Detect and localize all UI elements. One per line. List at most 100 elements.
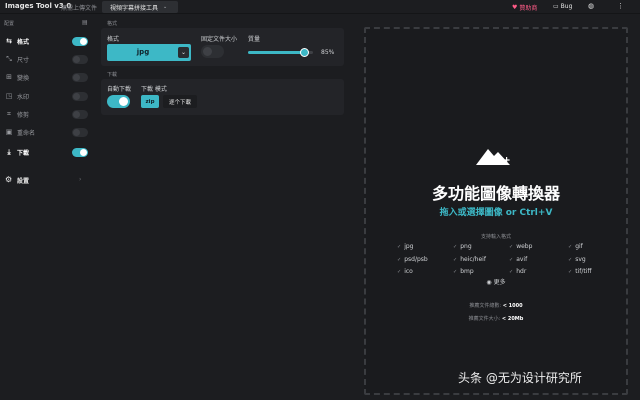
format-item: ✓ webp (509, 243, 533, 250)
gear-icon: ⚙ (5, 175, 13, 184)
check-icon: ✓ (453, 257, 458, 263)
format-select-value: jpg (136, 48, 150, 56)
check-icon: ✓ (397, 257, 402, 263)
sidebar-item-label: 重命名 (17, 129, 36, 137)
more-formats-link[interactable]: ◉ 更多 (366, 277, 626, 286)
download-section-label: 下載 (107, 72, 118, 78)
auto-download-toggle[interactable] (107, 95, 130, 108)
tool-select-label: 視頻字幕拼接工具 (110, 4, 159, 12)
format-item: ✓ bmp (453, 268, 474, 275)
sidebar-item-size[interactable]: ⤡ 尺寸 (0, 52, 95, 66)
donate-label: 贊助商 (519, 5, 538, 12)
format-item: ✓ heic/heif (453, 256, 486, 263)
watermark-text: 头条 @无为设计研究所 (458, 371, 582, 385)
sidebar-item-label: 格式 (17, 38, 30, 46)
format-section-label: 格式 (107, 21, 118, 27)
quality-label: 質量 (248, 36, 261, 43)
crop-toggle[interactable] (72, 109, 88, 119)
size-toggle[interactable] (72, 54, 88, 64)
sidebar-item-rename[interactable]: ▣ 重命名 (0, 125, 95, 139)
format-item: ✓ svg (568, 256, 586, 263)
transform-toggle[interactable] (72, 72, 88, 82)
donate-button[interactable]: ♥ 贊助商 (512, 3, 537, 12)
settings-label: 設置 (17, 178, 30, 185)
sidebar-item-label: 尺寸 (17, 56, 30, 64)
format-item: ✓ gif (568, 243, 583, 250)
sidebar-item-format[interactable]: ⇆ 格式 (0, 34, 95, 48)
format-select[interactable]: jpg ⌄ (107, 44, 191, 61)
sidebar-item-label: 下載 (17, 149, 30, 157)
heart-icon: ♥ (512, 4, 518, 11)
auto-download-label: 自動下載 (107, 86, 132, 93)
format-item: ✓ ico (397, 268, 413, 275)
chevron-right-icon: › (79, 176, 82, 183)
check-icon: ✓ (397, 269, 402, 275)
sidebar-item-watermark[interactable]: ◳ 水印 (0, 89, 95, 103)
check-icon: ✓ (453, 269, 458, 275)
fixed-size-toggle[interactable] (201, 45, 224, 58)
download-panel (101, 79, 344, 115)
chat-icon: ▭ (553, 3, 559, 10)
chevron-down-icon: ⌄ (163, 4, 168, 10)
globe-icon[interactable]: ◍ (588, 2, 594, 10)
chevron-down-icon: ⌄ (178, 47, 189, 58)
converter-title: 多功能圖像轉換器 (431, 184, 560, 203)
quality-slider-fill (248, 51, 307, 54)
drop-or-select-hint: 拖入或選擇圖像 or Ctrl+V (439, 208, 553, 218)
resize-icon: ⤡ (6, 54, 12, 63)
more-menu-icon[interactable]: ⋮ (617, 2, 624, 10)
list-icon[interactable]: ▤ (82, 19, 88, 26)
format-item: ✓ jpg (397, 243, 414, 250)
bug-label: Bug (560, 3, 573, 10)
format-field-label: 格式 (107, 36, 120, 43)
file-count-limit: 推薦文件總數: < 1000 (469, 303, 523, 309)
check-icon: ✓ (397, 244, 402, 250)
check-icon: ✓ (568, 257, 573, 263)
watermark-toggle[interactable] (72, 91, 88, 101)
tool-select-dropdown[interactable]: 視頻字幕拼接工具 ⌄ (102, 1, 178, 13)
sidebar-header: 配置 (4, 21, 15, 27)
mode-individual-button[interactable]: 逐个下載 (163, 95, 197, 108)
quality-slider-handle[interactable] (300, 48, 309, 57)
check-icon: ✓ (568, 269, 573, 275)
check-icon: ✓ (453, 244, 458, 250)
transform-icon: ⊞ (6, 73, 12, 81)
download-icon: ⤓ (7, 147, 11, 156)
format-toggle[interactable] (72, 36, 88, 46)
format-item: ✓ hdr (509, 268, 527, 275)
mountain-image-icon (476, 149, 510, 165)
format-item: ✓ png (453, 243, 472, 250)
rename-icon: ▣ (5, 128, 13, 136)
check-icon: ✓ (509, 257, 514, 263)
supported-formats-title: 支持輸入格式 (480, 234, 511, 240)
sidebar-item-label: 變換 (17, 74, 30, 82)
mode-zip-button[interactable]: zip (141, 95, 159, 108)
rename-toggle[interactable] (72, 127, 88, 137)
check-icon: ✓ (509, 269, 514, 275)
more-label: 更多 (493, 279, 506, 286)
format-item: ✓ avif (509, 256, 528, 263)
sidebar-item-transform[interactable]: ⊞ 變換 (0, 70, 95, 84)
format-item: ✓ tif/tiff (568, 268, 592, 275)
check-icon: ✓ (568, 244, 573, 250)
file-size-limit: 推薦文件大小: < 20Mb (468, 316, 524, 322)
sidebar-item-label: 水印 (17, 93, 30, 101)
sidebar-item-download[interactable]: ⤓ 下載 (0, 145, 95, 159)
image-drop-zone[interactable]: 多功能圖像轉換器 拖入或選擇圖像 or Ctrl+V 支持輸入格式 ✓ jpg ✓… (364, 27, 628, 395)
download-toggle[interactable] (72, 147, 88, 157)
quality-value: 85% (321, 49, 335, 56)
download-mode-label: 下載 模式 (141, 86, 167, 93)
watermark-icon: ◳ (5, 92, 13, 100)
no-upload-note: 無需上傳文件 (61, 5, 98, 12)
sidebar-item-settings[interactable]: ⚙ 設置 › (0, 173, 95, 187)
check-icon: ✓ (509, 244, 514, 250)
sidebar: 配置 ▤ ⇆ 格式 ⤡ 尺寸 ⊞ 變換 ◳ 水印 ⌗ 修剪 ▣ 重命名 ⤓ 下載… (0, 15, 95, 400)
format-item: ✓ psd/psb (397, 256, 428, 263)
format-icon: ⇆ (6, 37, 12, 45)
top-bar: Images Tool v3.0 無需上傳文件 視頻字幕拼接工具 ⌄ ♥ 贊助商… (0, 0, 640, 14)
eye-icon: ◉ (486, 279, 492, 286)
fixed-size-label: 固定文件大小 (201, 36, 238, 43)
bug-report-button[interactable]: ▭ Bug (553, 3, 572, 10)
crop-icon: ⌗ (7, 109, 11, 118)
sidebar-item-crop[interactable]: ⌗ 修剪 (0, 107, 95, 121)
